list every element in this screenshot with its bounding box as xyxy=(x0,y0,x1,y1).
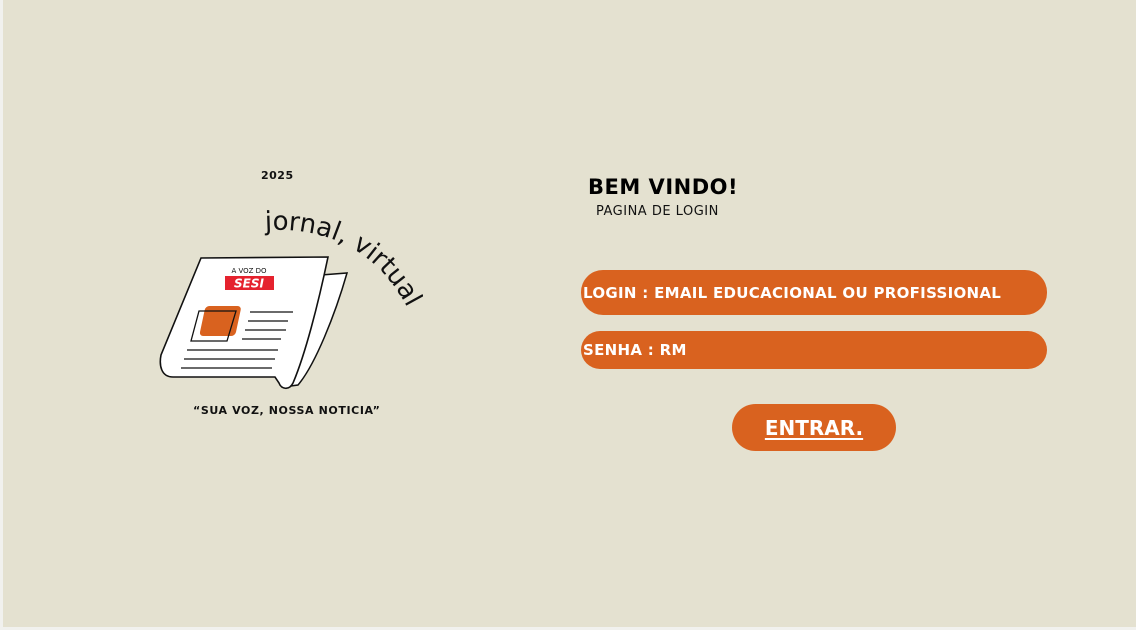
password-field[interactable]: SENHA : RM xyxy=(581,331,1047,369)
login-email-field[interactable]: LOGIN : EMAIL EDUCACIONAL OU PROFISSIONA… xyxy=(581,270,1047,315)
password-label: SENHA : RM xyxy=(583,341,687,359)
enter-button[interactable]: ENTRAR. xyxy=(732,404,896,451)
paper-header-brand: SESI xyxy=(234,277,264,291)
year-label: 2025 xyxy=(261,169,294,182)
login-email-label: LOGIN : EMAIL EDUCACIONAL OU PROFISSIONA… xyxy=(583,283,1002,302)
login-page: 2025 jornal, virtual A VOZ DO SESI xyxy=(3,0,1136,627)
newspaper-logo: jornal, virtual A VOZ DO SESI xyxy=(159,207,423,390)
paper-header-small: A VOZ DO xyxy=(231,267,267,275)
slogan: “SUA VOZ, NOSSA NOTICIA” xyxy=(193,404,381,417)
welcome-title: BEM VINDO! xyxy=(588,175,739,199)
enter-button-label: ENTRAR. xyxy=(764,415,864,440)
welcome-subtitle: PAGINA DE LOGIN xyxy=(596,204,719,219)
